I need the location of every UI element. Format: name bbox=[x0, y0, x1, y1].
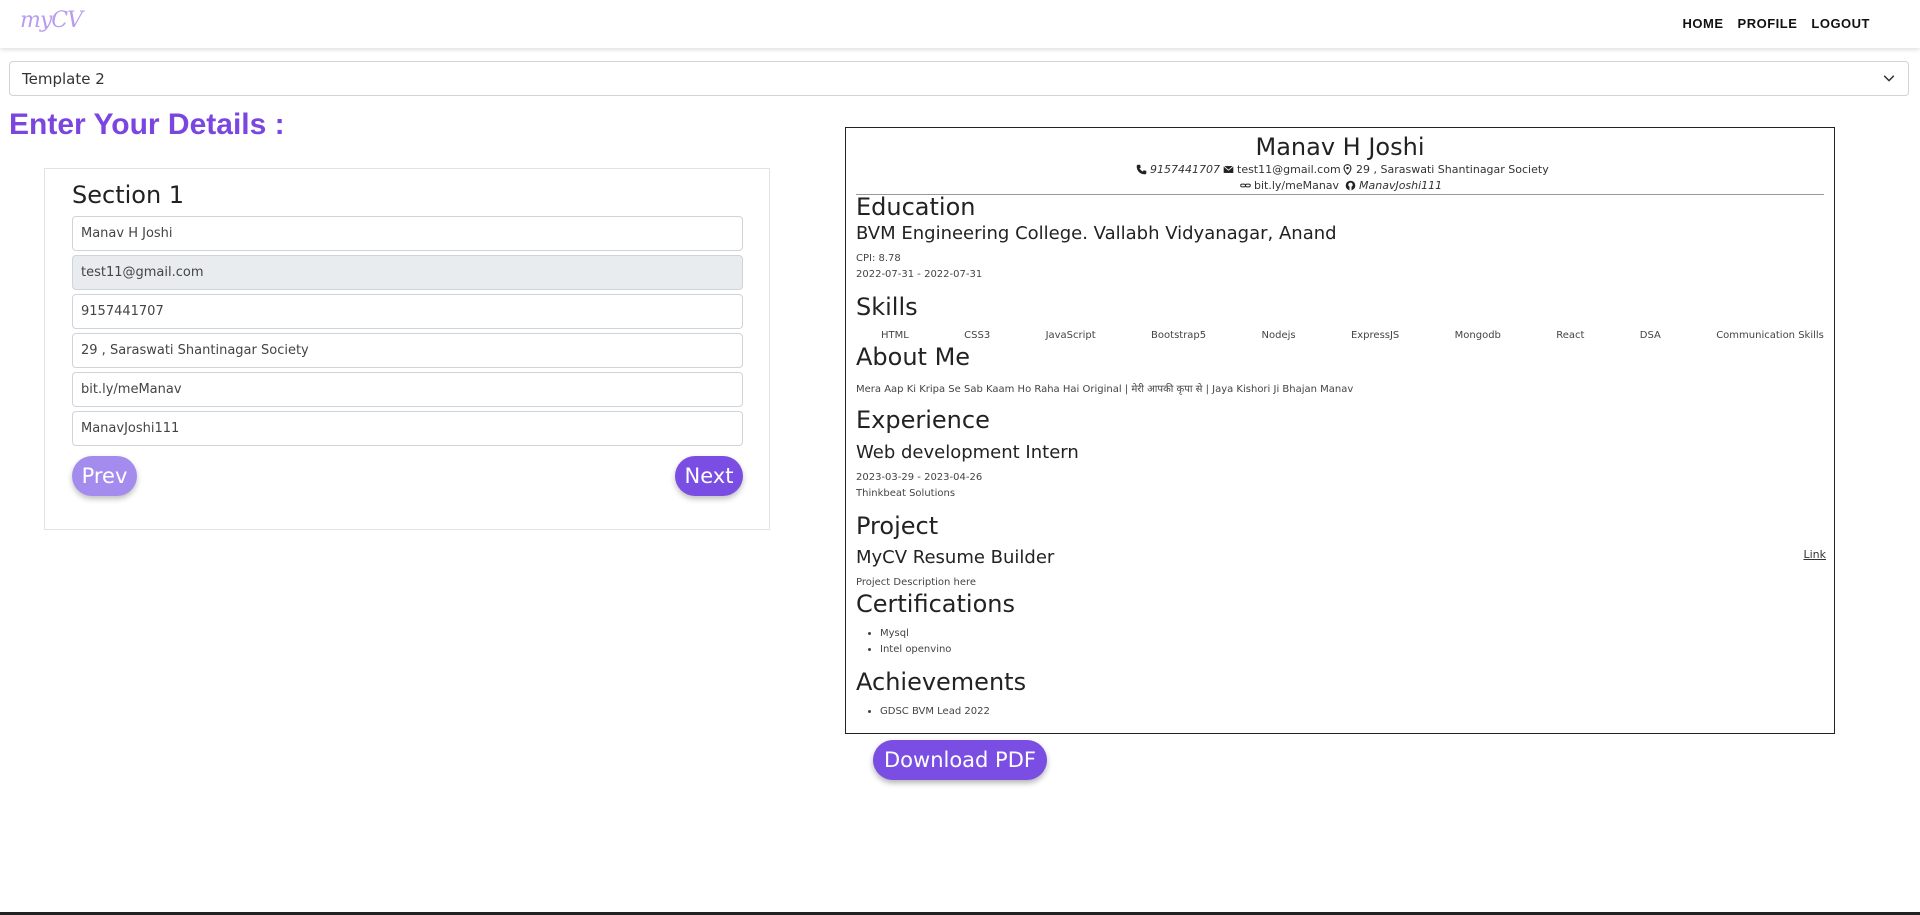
skill-item: DSA bbox=[1639, 330, 1661, 341]
skills-list: HTML CSS3 JavaScript Bootstrap5 Nodejs E… bbox=[856, 330, 1824, 341]
resume-divider bbox=[856, 194, 1824, 195]
skill-item: Nodejs bbox=[1261, 330, 1296, 341]
details-form-card: Section 1 Manav H Joshi test11@gmail.com… bbox=[44, 168, 770, 530]
email-field: test11@gmail.com bbox=[72, 255, 743, 290]
experience-dates: 2023-03-29 - 2023-04-26 bbox=[856, 472, 983, 483]
website-field[interactable]: bit.ly/meManav bbox=[72, 372, 743, 407]
skill-item: JavaScript bbox=[1045, 330, 1096, 341]
link-icon bbox=[1240, 183, 1251, 188]
template-select-value: Template 2 bbox=[22, 70, 105, 88]
education-cpi: CPI: 8.78 bbox=[856, 253, 901, 264]
project-link[interactable]: Link bbox=[1803, 548, 1826, 561]
nav-link-logout[interactable]: LOGOUT bbox=[1811, 16, 1870, 31]
achievements-heading: Achievements bbox=[856, 668, 1027, 696]
resume-website: bit.ly/meManav bbox=[1240, 179, 1339, 192]
logo[interactable]: myCV bbox=[20, 8, 83, 33]
education-dates: 2022-07-31 - 2022-07-31 bbox=[856, 269, 983, 280]
next-button[interactable]: Next bbox=[675, 456, 743, 496]
resume-preview: Manav H Joshi 9157441707 test11@gmail.co… bbox=[845, 127, 1835, 734]
skills-heading: Skills bbox=[856, 293, 918, 321]
page-title: Enter Your Details : bbox=[9, 108, 285, 141]
nav-link-home[interactable]: HOME bbox=[1683, 16, 1724, 31]
navbar: myCV HOME PROFILE LOGOUT bbox=[0, 0, 1920, 48]
certifications-heading: Certifications bbox=[856, 590, 1015, 618]
phone-icon bbox=[1136, 164, 1147, 175]
about-text: Mera Aap Ki Kripa Se Sab Kaam Ho Raha Ha… bbox=[856, 384, 1354, 395]
nav-links: HOME PROFILE LOGOUT bbox=[1683, 16, 1870, 31]
skill-item: ExpressJS bbox=[1350, 330, 1400, 341]
achievements-list: GDSC BVM Lead 2022 bbox=[880, 706, 990, 722]
address-field-value: 29 , Saraswati Shantinagar Society bbox=[81, 343, 309, 358]
skill-item: Mongodb bbox=[1454, 330, 1501, 341]
resume-email: test11@gmail.com bbox=[1223, 163, 1341, 176]
education-heading: Education bbox=[856, 193, 976, 221]
resume-github-text: ManavJoshi111 bbox=[1359, 179, 1443, 192]
certifications-list: Mysql Intel openvino bbox=[880, 628, 951, 660]
project-title: MyCV Resume Builder bbox=[856, 547, 1055, 568]
resume-github: ManavJoshi111 bbox=[1345, 179, 1442, 192]
experience-heading: Experience bbox=[856, 406, 990, 434]
chevron-down-icon bbox=[1883, 75, 1895, 82]
github-field[interactable]: ManavJoshi111 bbox=[72, 411, 743, 446]
section-title: Section 1 bbox=[72, 181, 185, 209]
github-icon bbox=[1345, 180, 1356, 191]
download-pdf-button[interactable]: Download PDF bbox=[873, 740, 1047, 780]
skill-item: Bootstrap5 bbox=[1151, 330, 1207, 341]
resume-email-text: test11@gmail.com bbox=[1237, 163, 1341, 176]
skill-item: CSS3 bbox=[964, 330, 991, 341]
resume-address: 29 , Saraswati Shantinagar Society bbox=[1342, 163, 1549, 176]
project-description: Project Description here bbox=[856, 577, 977, 588]
project-heading: Project bbox=[856, 512, 939, 540]
resume-phone: 9157441707 bbox=[1136, 163, 1220, 176]
experience-company: Thinkbeat Solutions bbox=[856, 488, 956, 499]
certification-item: Intel openvino bbox=[880, 644, 951, 660]
achievement-item: GDSC BVM Lead 2022 bbox=[880, 706, 990, 722]
template-select[interactable]: Template 2 bbox=[9, 61, 1909, 96]
name-field-value: Manav H Joshi bbox=[81, 226, 173, 241]
resume-name: Manav H Joshi bbox=[1255, 133, 1425, 161]
skill-item: HTML bbox=[881, 330, 909, 341]
skill-item: Communication Skills bbox=[1716, 330, 1824, 341]
experience-title: Web development Intern bbox=[856, 442, 1079, 463]
resume-phone-text: 9157441707 bbox=[1150, 163, 1220, 176]
website-field-value: bit.ly/meManav bbox=[81, 382, 182, 397]
address-field[interactable]: 29 , Saraswati Shantinagar Society bbox=[72, 333, 743, 368]
location-pin-icon bbox=[1343, 164, 1352, 175]
resume-address-text: 29 , Saraswati Shantinagar Society bbox=[1356, 163, 1549, 176]
skill-item: React bbox=[1556, 330, 1585, 341]
education-college: BVM Engineering College. Vallabh Vidyana… bbox=[856, 223, 1337, 244]
nav-link-profile[interactable]: PROFILE bbox=[1738, 16, 1798, 31]
name-field[interactable]: Manav H Joshi bbox=[72, 216, 743, 251]
phone-field[interactable]: 9157441707 bbox=[72, 294, 743, 329]
prev-button[interactable]: Prev bbox=[72, 456, 137, 496]
email-field-value: test11@gmail.com bbox=[81, 265, 204, 280]
certification-item: Mysql bbox=[880, 628, 951, 644]
resume-website-text: bit.ly/meManav bbox=[1254, 179, 1340, 192]
about-heading: About Me bbox=[856, 343, 971, 371]
envelope-icon bbox=[1223, 165, 1234, 173]
github-field-value: ManavJoshi111 bbox=[81, 421, 180, 436]
phone-field-value: 9157441707 bbox=[81, 304, 164, 319]
